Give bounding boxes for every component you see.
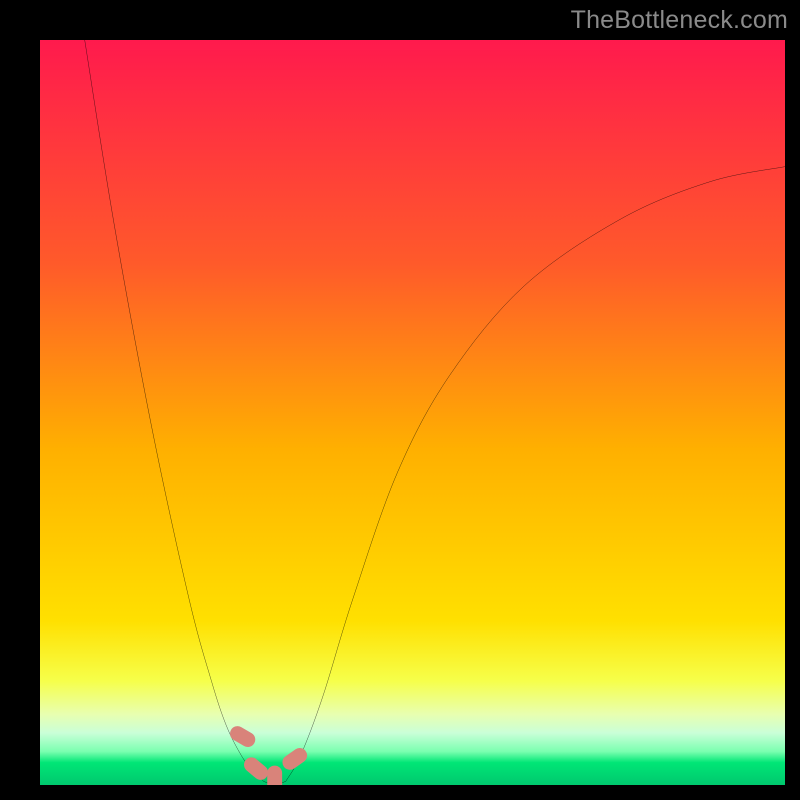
series-left-branch [85,40,264,781]
valley-marker-3 [280,745,311,773]
valley-marker-0 [227,723,258,749]
valley-marker-2 [267,766,282,785]
curve-layer [40,40,785,785]
valley-marker-1 [241,754,271,783]
plot-area [40,40,785,785]
series-right-branch [286,167,785,782]
chart-frame: TheBottleneck.com [0,0,800,800]
watermark-text: TheBottleneck.com [571,6,788,35]
